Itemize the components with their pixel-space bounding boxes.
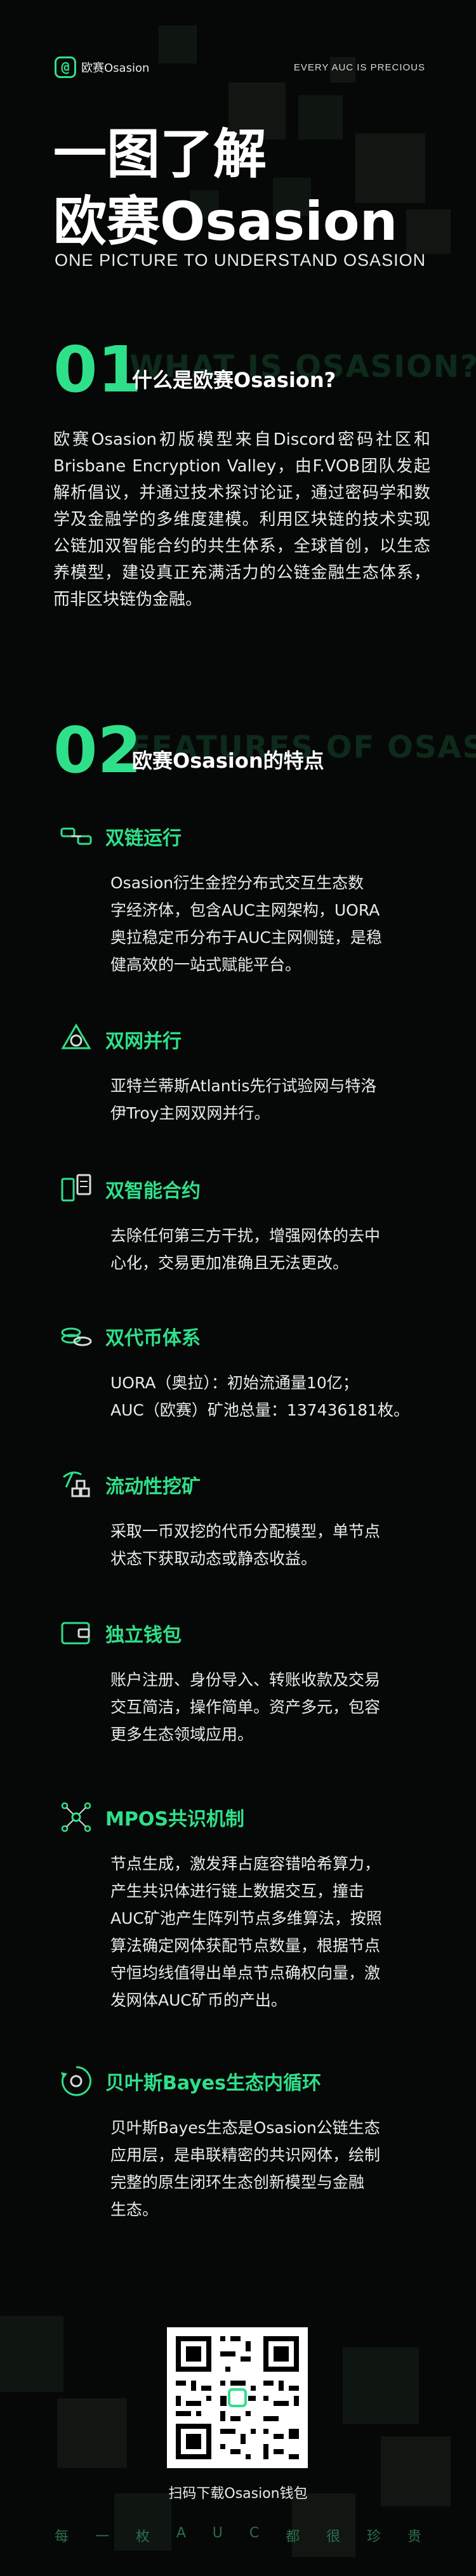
section-number: 01	[53, 332, 142, 407]
footer-char: 贵	[407, 2529, 421, 2545]
section-heading-what-is: 01 WHAT IS OSASION? 什么是欧赛Osasion?	[53, 332, 476, 407]
feature-title: 双链运行	[105, 827, 182, 850]
footer-char: 一	[95, 2529, 109, 2545]
feature-title: 流动性挖矿	[105, 1476, 201, 1498]
top-bar: @ 欧赛Osasion EVERY AUC IS PRECIOUS	[55, 55, 425, 80]
feature-description: UORA（奥拉）：初始流通量10亿； AUC（欧赛）矿池总量：137436181枚…	[110, 1374, 410, 1419]
feature-title: 贝叶斯Bayes生态内循环	[105, 2072, 321, 2094]
coins-icon	[60, 1318, 99, 1354]
footer-slogan: 每 一 枚 A U C 都 很 珍 贵	[55, 2525, 421, 2546]
qr-caption: 扫码下载Osasion钱包	[168, 2486, 308, 2502]
qr-code-image	[176, 2336, 299, 2459]
footer-char: 枚	[135, 2529, 150, 2545]
tagline: EVERY AUC IS PRECIOUS	[293, 62, 425, 73]
feature-title: 双网并行	[105, 1030, 182, 1053]
footer-char: A	[176, 2525, 186, 2541]
feature-item: 独立钱包 账户注册、身份导入、转账收款及交易 交互简洁，操作简单。资产多元，包容更…	[60, 1615, 428, 1748]
footer-char: 很	[326, 2529, 341, 2545]
section-title: 什么是欧赛Osasion?	[132, 368, 336, 392]
feature-description: 去除任何第三方干扰，增强网体的去中 心化，交易更加准确且无法更改。	[110, 1226, 381, 1272]
feature-description: 采取一币双挖的代币分配模型，单节点 状态下获取动态或静态收益。	[110, 1522, 381, 1568]
section-number: 02	[53, 713, 142, 787]
logo-icon: @	[55, 56, 76, 78]
logo-text: 欧赛Osasion	[81, 62, 150, 75]
footer-char: 每	[55, 2529, 69, 2545]
consensus-network-icon	[60, 1799, 99, 1835]
footer-char: U	[212, 2525, 223, 2541]
wallet-icon	[60, 1615, 99, 1651]
poster: @ 欧赛Osasion EVERY AUC IS PRECIOUS 一图了解 欧…	[0, 0, 476, 2576]
feature-item: 双代币体系 UORA（奥拉）：初始流通量10亿； AUC（欧赛）矿池总量：1374…	[60, 1318, 428, 1424]
feature-description: 贝叶斯Bayes生态是Osasion公链生态 应用层，是串联精密的共识网体，绘制完…	[110, 2119, 381, 2219]
feature-description: 账户注册、身份导入、转账收款及交易 交互简洁，操作简单。资产多元，包容 更多生态领域…	[110, 1671, 381, 1744]
feature-title: 独立钱包	[105, 1624, 182, 1646]
hero-title-line2: 欧赛Osasion	[53, 190, 398, 253]
brand-logo: @ 欧赛Osasion	[55, 56, 149, 78]
feature-title: 双智能合约	[105, 1180, 201, 1202]
feature-title: MPOS共识机制	[105, 1808, 244, 1830]
smart-contract-icon	[60, 1171, 99, 1207]
chain-link-icon	[60, 818, 99, 854]
footer-char: C	[249, 2525, 260, 2541]
feature-description: 节点生成，激发拜占庭容错哈希算力， 产生共识体进行链上数据交互，撞击 AUC矿池产生…	[110, 1855, 382, 2009]
hero-title-line1: 一图了解	[53, 123, 267, 185]
footer-char: 都	[286, 2529, 300, 2545]
feature-description: 亚特兰蒂斯Atlantis先行试验网与特洛 伊Troy主网双网并行。	[110, 1077, 377, 1122]
feature-item: MPOS共识机制 节点生成，激发拜占庭容错哈希算力， 产生共识体进行链上数据交互，…	[60, 1799, 428, 2014]
pickaxe-icon	[60, 1467, 99, 1502]
hero-title: 一图了解 欧赛Osasion	[53, 121, 397, 255]
feature-item: 双网并行 亚特兰蒂斯Atlantis先行试验网与特洛 伊Troy主网双网并行。	[60, 1022, 428, 1127]
feature-item: 双链运行 Osasion衍生金控分布式交互生态数 字经济体，包含AUC主网架构，U…	[60, 818, 428, 978]
section-title: 欧赛Osasion的特点	[132, 749, 324, 773]
hero-subtitle: ONE PICTURE TO UNDERSTAND OSASION	[55, 251, 426, 270]
feature-item: 流动性挖矿 采取一币双挖的代币分配模型，单节点 状态下获取动态或静态收益。	[60, 1467, 428, 1572]
decor-square	[57, 2398, 127, 2468]
feature-item: 双智能合约 去除任何第三方干扰，增强网体的去中 心化，交易更加准确且无法更改。	[60, 1171, 428, 1277]
section-heading-features: 02 FEATURES OF OSASION 欧赛Osasion的特点	[53, 713, 476, 787]
decor-square	[0, 2316, 63, 2392]
cycle-icon	[60, 2063, 99, 2099]
intro-paragraph: 欧赛Osasion初版模型来自Discord密码社区和Brisbane Encr…	[53, 430, 430, 609]
qr-code[interactable]	[167, 2327, 308, 2468]
feature-item: 贝叶斯Bayes生态内循环 贝叶斯Bayes生态是Osasion公链生态 应用层，…	[60, 2063, 428, 2223]
decor-square	[406, 209, 451, 254]
feature-description: Osasion衍生金控分布式交互生态数 字经济体，包含AUC主网架构，UORA 奥拉…	[110, 874, 382, 974]
network-icon	[60, 1022, 99, 1057]
feature-title: 双代币体系	[105, 1327, 201, 1350]
decor-square	[343, 2348, 419, 2424]
footer-char: 珍	[367, 2529, 381, 2545]
